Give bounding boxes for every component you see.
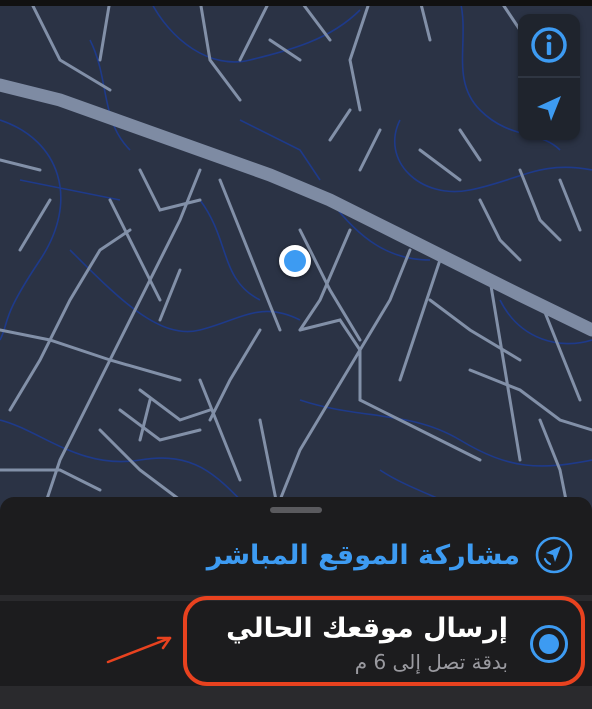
- sheet-title: مشاركة الموقع المباشر: [206, 539, 520, 571]
- info-button[interactable]: [518, 14, 580, 76]
- sheet-header[interactable]: مشاركة الموقع المباشر: [207, 533, 574, 577]
- info-icon: [531, 27, 567, 63]
- screen: مشاركة الموقع المباشر إرسال موقعك الحالي…: [0, 0, 592, 709]
- location-arrow-icon: [537, 96, 561, 121]
- live-location-icon: [535, 536, 573, 574]
- map-controls: [518, 14, 580, 140]
- next-row-edge: [0, 686, 592, 709]
- highlight-box: [183, 596, 585, 686]
- arrow-icon: [106, 636, 172, 664]
- current-location-marker: [279, 245, 311, 277]
- sheet-grabber[interactable]: [270, 507, 322, 513]
- status-bar-edge: [0, 0, 592, 6]
- locate-me-button[interactable]: [518, 78, 580, 140]
